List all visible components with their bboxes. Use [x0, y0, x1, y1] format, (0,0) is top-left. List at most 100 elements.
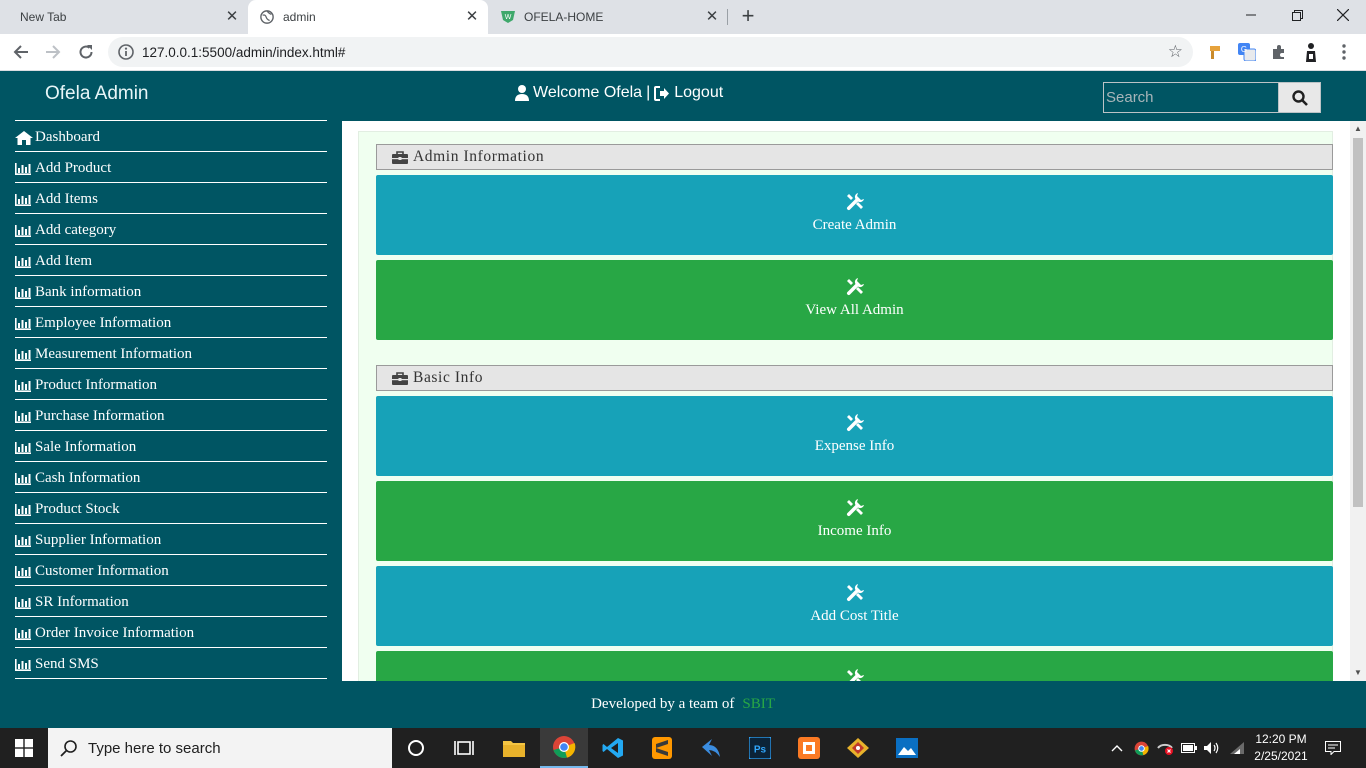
xampp-icon[interactable] — [785, 728, 833, 768]
footer-brand-link[interactable]: SBIT — [742, 696, 775, 713]
sidebar-item-employee-information[interactable]: Employee Information — [15, 307, 327, 338]
git-tool-icon[interactable] — [834, 728, 882, 768]
sidebar-item-dashboard[interactable]: Dashboard — [15, 121, 327, 152]
sidebar-item-label: Customer Information — [35, 563, 169, 579]
tab-title: admin — [283, 10, 316, 24]
user-icon — [515, 85, 529, 101]
wifi-icon[interactable] — [1227, 728, 1247, 768]
site-favicon-icon: W — [501, 11, 515, 23]
sidebar-item-add-category[interactable]: Add category — [15, 214, 327, 245]
sidebar-item-order-invoice-information[interactable]: Order Invoice Information — [15, 617, 327, 648]
partial-tile-button[interactable] — [376, 651, 1333, 681]
sidebar-item-send-sms[interactable]: Send SMS — [15, 648, 327, 679]
more-options-icon[interactable] — [1335, 43, 1353, 61]
sidebar-item-measurement-information[interactable]: Measurement Information — [15, 338, 327, 369]
sidebar-item-label: Cash Information — [35, 470, 141, 486]
sidebar-item-purchase-information[interactable]: Purchase Information — [15, 400, 327, 431]
address-bar[interactable]: 127.0.0.1:5500/admin/index.html# ☆ — [108, 37, 1193, 67]
bar-chart-icon — [15, 317, 35, 330]
brand-title[interactable]: Ofela Admin — [45, 83, 149, 105]
home-icon — [15, 130, 35, 145]
scroll-down-arrow-icon[interactable]: ▼ — [1350, 665, 1366, 681]
close-tab-icon[interactable]: ✕ — [704, 9, 720, 25]
sidebar-item-supplier-information[interactable]: Supplier Information — [15, 524, 327, 555]
sidebar-item-sale-information[interactable]: Sale Information — [15, 431, 327, 462]
profile-avatar-icon[interactable] — [1302, 43, 1320, 62]
bar-chart-icon — [15, 596, 35, 609]
footer-text: Developed by a team of — [591, 696, 735, 712]
tile-label: Add Cost Title — [810, 608, 899, 624]
photos-icon[interactable] — [883, 728, 931, 768]
income-info-button[interactable]: Income Info — [376, 481, 1333, 561]
file-explorer-icon[interactable] — [490, 728, 538, 768]
browser-tab-ofela-home[interactable]: W OFELA-HOME ✕ — [488, 0, 728, 34]
chrome-tray-icon[interactable] — [1131, 728, 1151, 768]
sidebar-item-add-product[interactable]: Add Product — [15, 152, 327, 183]
browser-tab-new-tab[interactable]: New Tab ✕ — [0, 0, 248, 34]
reload-icon[interactable] — [73, 39, 99, 65]
close-tab-icon[interactable]: ✕ — [464, 9, 480, 25]
bar-chart-icon — [15, 534, 35, 547]
extensions-puzzle-icon[interactable] — [1270, 43, 1288, 61]
tools-icon — [846, 414, 864, 432]
bar-chart-icon — [15, 565, 35, 578]
forward-arrow-icon[interactable] — [40, 39, 66, 65]
taskbar-search-box[interactable]: Type here to search — [48, 728, 392, 768]
sign-out-icon[interactable] — [654, 85, 670, 101]
google-translate-icon[interactable]: G — [1238, 43, 1256, 61]
bar-chart-icon — [15, 441, 35, 454]
bar-chart-icon — [15, 348, 35, 361]
site-info-icon[interactable] — [118, 44, 134, 60]
view-all-admin-button[interactable]: View All Admin — [376, 260, 1333, 340]
add-cost-title-button[interactable]: Add Cost Title — [376, 566, 1333, 646]
cortana-icon[interactable] — [392, 728, 440, 768]
scrollbar-thumb[interactable] — [1353, 138, 1363, 507]
close-tab-icon[interactable]: ✕ — [224, 9, 240, 25]
sidebar-item-label: Purchase Information — [35, 408, 165, 424]
battery-icon[interactable] — [1179, 728, 1199, 768]
page-scrollbar[interactable]: ▲ ▼ — [1350, 121, 1366, 681]
sublime-text-icon[interactable] — [638, 728, 686, 768]
tile-label: View All Admin — [805, 302, 904, 318]
sidebar-item-customer-information[interactable]: Customer Information — [15, 555, 327, 586]
sidebar-item-product-stock[interactable]: Product Stock — [15, 493, 327, 524]
sidebar-item-sr-information[interactable]: SR Information — [15, 586, 327, 617]
sidebar-item-cash-information[interactable]: Cash Information — [15, 462, 327, 493]
sidebar-item-label: Sale Information — [35, 439, 137, 455]
minimize-icon[interactable] — [1228, 0, 1274, 30]
bar-chart-icon — [15, 379, 35, 392]
photoshop-icon[interactable]: Ps — [736, 728, 784, 768]
sidebar-item-bank-information[interactable]: Bank information — [15, 276, 327, 307]
search-input[interactable] — [1103, 82, 1279, 113]
sidebar-item-label: Employee Information — [35, 315, 172, 331]
sidebar-item-label: SR Information — [35, 594, 129, 610]
back-arrow-icon[interactable] — [8, 39, 34, 65]
task-view-icon[interactable] — [440, 728, 488, 768]
create-admin-button[interactable]: Create Admin — [376, 175, 1333, 255]
extension-pin-icon[interactable] — [1207, 43, 1225, 61]
expense-info-button[interactable]: Expense Info — [376, 396, 1333, 476]
browser-tab-admin[interactable]: admin ✕ — [248, 0, 488, 34]
search-button[interactable] — [1278, 82, 1321, 113]
sidebar-item-add-item[interactable]: Add Item — [15, 245, 327, 276]
app-arrow-icon[interactable] — [687, 728, 735, 768]
close-window-icon[interactable] — [1320, 0, 1366, 30]
windows-start-icon[interactable] — [0, 728, 48, 768]
show-hidden-icons-chevron-icon[interactable] — [1108, 728, 1126, 768]
sidebar-item-product-information[interactable]: Product Information — [15, 369, 327, 400]
taskbar-clock[interactable]: 12:20 PM 2/25/2021 — [1248, 731, 1314, 765]
bookmark-star-icon[interactable]: ☆ — [1168, 42, 1183, 62]
bar-chart-icon — [15, 658, 35, 671]
logout-link[interactable]: Logout — [674, 84, 723, 102]
welcome-text: Welcome Ofela — [533, 84, 643, 101]
bar-chart-icon — [15, 224, 35, 237]
notification-center-icon[interactable] — [1320, 728, 1346, 768]
new-tab-plus-icon[interactable]: + — [737, 5, 759, 28]
restore-icon[interactable] — [1274, 0, 1320, 30]
chrome-icon[interactable] — [540, 728, 588, 768]
vscode-icon[interactable] — [589, 728, 637, 768]
network-error-icon[interactable] — [1154, 728, 1176, 768]
scroll-up-arrow-icon[interactable]: ▲ — [1350, 121, 1366, 137]
volume-icon[interactable] — [1202, 728, 1222, 768]
sidebar-item-add-items[interactable]: Add Items — [15, 183, 327, 214]
